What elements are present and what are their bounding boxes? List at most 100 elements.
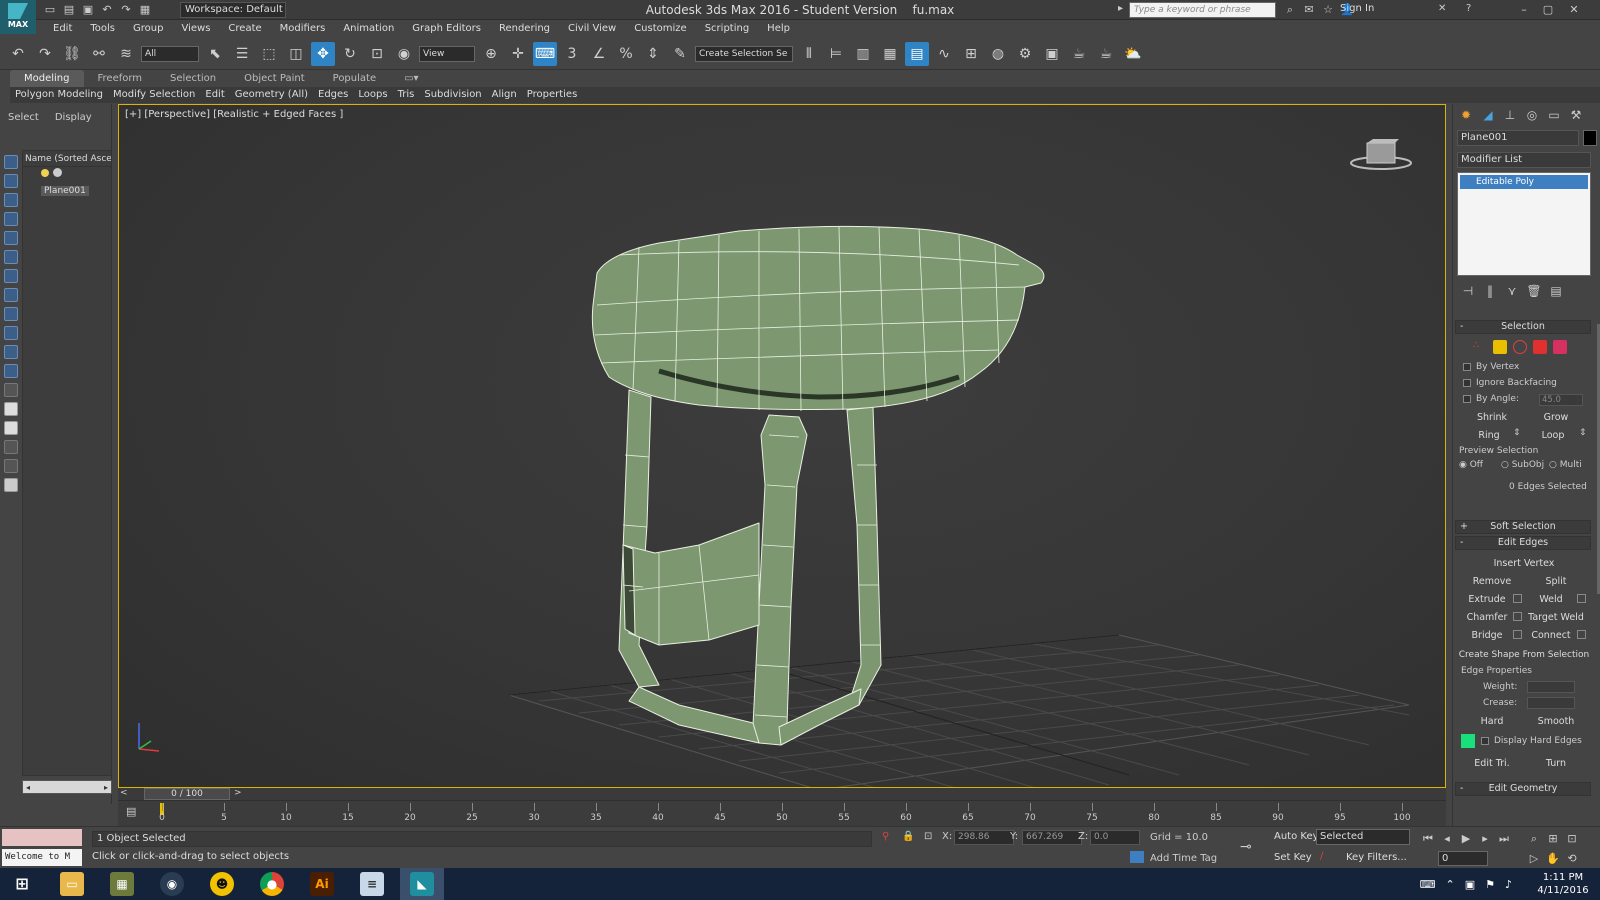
selection-lock-icon[interactable]: 🔒 <box>902 831 914 842</box>
a360-render-icon[interactable]: ⛅ <box>1121 42 1145 66</box>
loop-button[interactable]: Loop <box>1527 428 1579 443</box>
y-coordinate-field[interactable]: 667.269 <box>1022 830 1082 845</box>
schematic-view-icon[interactable]: ⊞ <box>959 42 983 66</box>
menu-scripting[interactable]: Scripting <box>696 20 758 38</box>
soft-selection-rollout-header[interactable]: + Soft Selection <box>1455 520 1591 534</box>
curve-editor-icon[interactable]: ∿ <box>932 42 956 66</box>
time-tag-icon[interactable] <box>1130 851 1144 863</box>
panel-edges[interactable]: Edges <box>313 87 353 103</box>
time-slider-thumb[interactable]: 0 / 100 <box>144 788 230 800</box>
percent-snap-icon[interactable]: % <box>614 42 638 66</box>
create-tab-icon[interactable]: ✹ <box>1457 106 1475 124</box>
volume-icon[interactable]: ♪ <box>1505 878 1512 891</box>
unlink-icon[interactable]: ⚯ <box>87 42 111 66</box>
panel-tris[interactable]: Tris <box>393 87 420 103</box>
tab-modeling[interactable]: Modeling <box>10 70 84 87</box>
auto-key-button[interactable]: Auto Key <box>1274 831 1319 842</box>
invert-display-icon[interactable] <box>4 421 18 435</box>
favorites-star-icon[interactable]: ☆ <box>1320 2 1336 18</box>
expand-arrow-icon[interactable]: ▸ <box>1118 3 1126 17</box>
options-icon[interactable] <box>4 478 18 492</box>
split-button[interactable]: Split <box>1527 574 1585 589</box>
toggle-ribbon-icon[interactable]: ▦ <box>878 42 902 66</box>
menu-customize[interactable]: Customize <box>625 20 696 38</box>
taskbar-3ds-max[interactable]: ◣ <box>400 868 444 900</box>
select-by-name-icon[interactable]: ☰ <box>230 42 254 66</box>
menu-animation[interactable]: Animation <box>334 20 403 38</box>
panel-subdivision[interactable]: Subdivision <box>419 87 486 103</box>
render-setup-icon[interactable]: ⚙ <box>1013 42 1037 66</box>
window-crossing-icon[interactable]: ◫ <box>284 42 308 66</box>
panel-loops[interactable]: Loops <box>353 87 392 103</box>
scroll-left-icon[interactable]: ◂ <box>23 783 30 792</box>
reference-coordinate-dropdown[interactable]: View <box>419 45 475 62</box>
extrude-button[interactable]: Extrude <box>1463 592 1511 607</box>
time-slider[interactable]: < 0 / 100 > <box>118 788 1446 800</box>
menu-help[interactable]: Help <box>758 20 799 38</box>
display-none-icon[interactable] <box>4 402 18 416</box>
open-file-icon[interactable]: ▤ <box>61 2 77 18</box>
panel-geometry-all[interactable]: Geometry (All) <box>230 87 313 103</box>
pivot-center-icon[interactable]: ⊕ <box>479 42 503 66</box>
polygon-mode-icon[interactable] <box>1533 340 1547 354</box>
explorer-tab-display[interactable]: Display <box>55 112 92 123</box>
edge-mode-icon[interactable] <box>1493 340 1507 354</box>
connect-button[interactable]: Connect <box>1527 628 1575 643</box>
preview-subobj-radio[interactable]: ○ SubObj <box>1501 460 1544 470</box>
bridge-settings-icon[interactable] <box>1513 630 1522 639</box>
select-and-scale-icon[interactable]: ⊡ <box>365 42 389 66</box>
zoom-all-icon[interactable]: ⊞ <box>1545 831 1561 847</box>
freeze-icon[interactable] <box>53 168 62 177</box>
redo-icon[interactable]: ↷ <box>118 2 134 18</box>
list-item[interactable]: Plane001 <box>23 167 111 196</box>
key-icon[interactable]: ⊸ <box>1240 839 1252 855</box>
menu-tools[interactable]: Tools <box>81 20 124 38</box>
manipulate-icon[interactable]: ✛ <box>506 42 530 66</box>
edit-edges-rollout-header[interactable]: - Edit Edges <box>1455 536 1591 550</box>
system-clock[interactable]: 1:11 PM 4/11/2016 <box>1530 871 1596 897</box>
connect-settings-icon[interactable] <box>1577 630 1586 639</box>
taskbar-chrome[interactable]: ● <box>250 868 294 900</box>
link-icon[interactable]: ⛓ <box>60 42 84 66</box>
ribbon-options-icon[interactable]: ▭▾ <box>390 70 432 87</box>
filter-hidden-icon[interactable] <box>4 364 18 378</box>
weight-field[interactable] <box>1527 681 1575 693</box>
vertex-mode-icon[interactable]: ∴ <box>1473 340 1487 354</box>
modify-tab-icon[interactable]: ◢ <box>1479 106 1497 124</box>
filter-lights-icon[interactable] <box>4 193 18 207</box>
taskbar-notepad[interactable]: ≡ <box>350 868 394 900</box>
panel-edit[interactable]: Edit <box>200 87 229 103</box>
preview-multi-radio[interactable]: ○ Multi <box>1549 460 1582 470</box>
taskbar-file-explorer[interactable]: ▭ <box>50 868 94 900</box>
maxscript-mini-listener[interactable]: Welcome to M <box>2 849 82 866</box>
material-editor-icon[interactable]: ◍ <box>986 42 1010 66</box>
x-coordinate-field[interactable]: 298.86 <box>954 830 1014 845</box>
make-unique-icon[interactable]: ⋎ <box>1503 282 1521 300</box>
select-and-rotate-icon[interactable]: ↻ <box>338 42 362 66</box>
orbit-icon[interactable]: ⟲ <box>1564 851 1580 867</box>
pan-icon[interactable]: ✋ <box>1545 851 1561 867</box>
action-center-icon[interactable]: ▣ <box>1465 878 1475 891</box>
mirror-icon[interactable]: ⫴ <box>797 42 821 66</box>
light-bulb-icon[interactable] <box>41 169 49 177</box>
object-name-field[interactable]: Plane001 <box>1457 130 1579 146</box>
rendered-frame-window-icon[interactable]: ▣ <box>1040 42 1064 66</box>
select-and-place-icon[interactable]: ◉ <box>392 42 416 66</box>
tab-object-paint[interactable]: Object Paint <box>230 70 319 87</box>
tab-freeform[interactable]: Freeform <box>84 70 157 87</box>
filter-cameras-icon[interactable] <box>4 212 18 226</box>
binoculars-icon[interactable]: ⌕ <box>1282 2 1298 18</box>
layer-explorer-icon[interactable]: ▥ <box>851 42 875 66</box>
go-to-start-icon[interactable]: ⏮ <box>1420 831 1436 847</box>
edit-tri-button[interactable]: Edit Tri. <box>1463 756 1521 771</box>
crease-field[interactable] <box>1527 697 1575 709</box>
chamfer-button[interactable]: Chamfer <box>1463 610 1511 625</box>
select-and-move-icon[interactable]: ✥ <box>311 41 335 66</box>
filter-containers-icon[interactable] <box>4 326 18 340</box>
chamfer-settings-icon[interactable] <box>1513 612 1522 621</box>
explorer-tab-select[interactable]: Select <box>8 112 39 123</box>
motion-tab-icon[interactable]: ◎ <box>1523 106 1541 124</box>
shrink-button[interactable]: Shrink <box>1463 410 1521 425</box>
explorer-column-header[interactable]: Name (Sorted Ascend <box>23 151 111 167</box>
modifier-list-dropdown[interactable]: Modifier List <box>1457 152 1591 168</box>
